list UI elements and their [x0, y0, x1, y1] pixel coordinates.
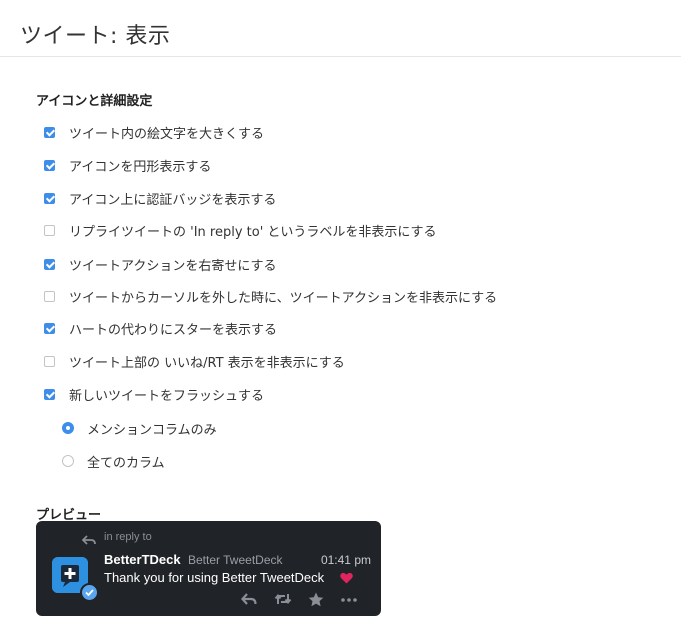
checkbox[interactable]: [44, 258, 55, 270]
option-flash-new-tweets[interactable]: 新しいツイートをフラッシュする: [44, 384, 264, 404]
radio-button[interactable]: [62, 422, 74, 434]
option-round-avatars[interactable]: アイコンを円形表示する: [44, 155, 211, 175]
option-label: アイコン上に認証バッジを表示する: [69, 192, 277, 208]
option-label: ハートの代わりにスターを表示する: [69, 322, 278, 338]
tweet-handle[interactable]: Better TweetDeck: [188, 553, 283, 567]
checkbox[interactable]: [44, 159, 55, 171]
checkbox[interactable]: [44, 388, 55, 400]
tweet-text: Thank you for using Better TweetDeck: [104, 570, 325, 585]
reply-icon[interactable]: [241, 592, 257, 611]
checkbox[interactable]: [44, 355, 55, 367]
tweet-preview: in reply to BetterTDeck Better TweetDeck…: [36, 521, 381, 616]
option-hide-like-rt-header[interactable]: ツイート上部の いいね/RT 表示を非表示にする: [44, 351, 345, 371]
option-hide-in-reply-to[interactable]: リプライツイートの 'In reply to' というラベルを非表示にする: [44, 220, 437, 240]
option-label: アイコンを円形表示する: [69, 159, 212, 175]
retweet-icon[interactable]: [274, 592, 292, 611]
checkbox[interactable]: [44, 126, 55, 138]
checkbox[interactable]: [44, 290, 55, 302]
option-label: リプライツイートの 'In reply to' というラベルを非表示にする: [69, 224, 437, 240]
option-hide-actions-on-hover-out[interactable]: ツイートからカーソルを外した時に、ツイートアクションを非表示にする: [44, 286, 497, 306]
page-title: ツイート: 表示: [20, 24, 171, 49]
in-reply-to-icon: [81, 532, 96, 550]
option-label: ツイートアクションを右寄せにする: [69, 258, 277, 274]
radio-all-columns[interactable]: 全てのカラム: [62, 451, 165, 471]
checkbox[interactable]: [44, 224, 55, 236]
checkbox[interactable]: [44, 192, 55, 204]
option-label: ツイート上部の いいね/RT 表示を非表示にする: [69, 355, 345, 371]
heart-icon: [340, 571, 353, 589]
radio-label: 全てのカラム: [87, 455, 165, 471]
option-verified-badge[interactable]: アイコン上に認証バッジを表示する: [44, 188, 276, 208]
option-label: ツイート内の絵文字を大きくする: [69, 126, 265, 142]
checkbox[interactable]: [44, 322, 55, 334]
radio-button[interactable]: [62, 455, 74, 467]
option-actions-right[interactable]: ツイートアクションを右寄せにする: [44, 254, 276, 274]
page-header: ツイート: 表示: [0, 0, 681, 57]
verified-badge-icon: [80, 583, 99, 602]
radio-label: メンションコラムのみ: [87, 422, 217, 438]
option-label: ツイートからカーソルを外した時に、ツイートアクションを非表示にする: [69, 290, 498, 306]
tweet-actions: [241, 592, 371, 608]
star-icon[interactable]: [308, 592, 324, 612]
more-icon[interactable]: [340, 592, 358, 611]
icon-settings-heading: アイコンと詳細設定: [36, 94, 153, 109]
tweet-display-name[interactable]: BetterTDeck: [104, 552, 181, 567]
option-label: 新しいツイートをフラッシュする: [69, 388, 265, 404]
in-reply-to-label: in reply to: [104, 531, 152, 543]
radio-mentions-column-only[interactable]: メンションコラムのみ: [62, 418, 217, 438]
option-stars-instead-of-hearts[interactable]: ハートの代わりにスターを表示する: [44, 318, 277, 338]
tweet-timestamp[interactable]: 01:41 pm: [321, 553, 371, 567]
option-large-emoji[interactable]: ツイート内の絵文字を大きくする: [44, 122, 264, 142]
